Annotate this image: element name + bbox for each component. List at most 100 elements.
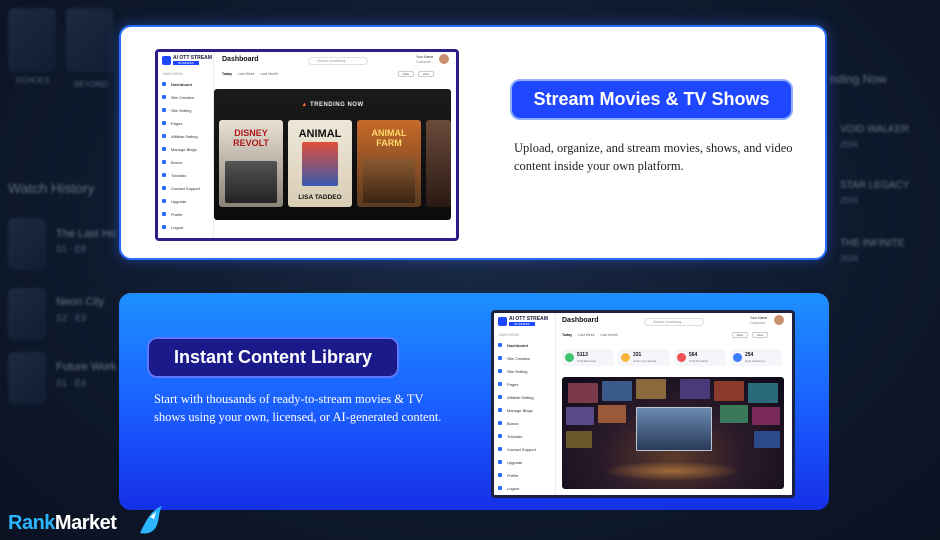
dashboard-icon [162, 82, 166, 86]
filter-button[interactable]: Filter [732, 332, 748, 338]
page-icon [498, 382, 502, 386]
bg-label: BEYOND [74, 80, 108, 89]
sidebar: AI OTT STREAM BUSINESS MAIN MENU Dashboa… [158, 52, 214, 238]
trending-title: ▲ TRENDING NOW [214, 102, 451, 108]
page-title: Dashboard [222, 56, 259, 63]
poster-animal-farm[interactable]: ANIMAL FARM [357, 120, 421, 207]
sidebar-item-site-creation[interactable]: Site Creation [162, 93, 194, 101]
user-info: Your Name Customer [416, 55, 433, 65]
stat-card-revenue: 5113 Total Revenue [562, 349, 614, 366]
sidebar-item-label: Profile [507, 472, 519, 478]
sidebar-item-label: Logout [171, 224, 184, 230]
bg-label: 2024 [840, 140, 858, 149]
sidebar-item-label: Site Creation [507, 355, 531, 361]
trending-label: TRENDING NOW [309, 102, 364, 108]
bg-label: Future Work [56, 361, 117, 373]
media-tile [752, 407, 780, 425]
tab-today[interactable]: Today [222, 72, 232, 76]
stat-card-orders: 331 Order Completed [618, 349, 670, 366]
video-icon [498, 434, 502, 438]
sidebar-item-affiliate[interactable]: Affiliate Setting [498, 393, 534, 401]
sidebar-item-label: Bonus [171, 159, 183, 165]
sidebar-item-profile[interactable]: Profile [162, 210, 182, 218]
brand-logo: RankMarket [8, 512, 117, 535]
filter-button[interactable]: Filter [398, 71, 414, 77]
sidebar-item-upgrade[interactable]: Upgrade [162, 197, 186, 205]
sidebar-item-support[interactable]: Contact Support [162, 184, 200, 192]
tab-last-month[interactable]: Last Month [601, 333, 618, 337]
sidebar-item-support[interactable]: Contact Support [498, 445, 536, 453]
dashboard-screenshot: AI OTT STREAM BUSINESS MAIN MENU Dashboa… [155, 49, 459, 241]
video-icon [162, 173, 166, 177]
main-menu-label: MAIN MENU [499, 333, 520, 337]
sidebar-item-blogs[interactable]: Manage Blogs [162, 145, 197, 153]
sidebar-item-site-setting[interactable]: Site Setting [162, 106, 191, 114]
poster-partial[interactable] [426, 120, 451, 207]
upgrade-icon [162, 199, 166, 203]
stat-card-customers: 254 New Customer [730, 349, 782, 366]
sidebar-item-label: Profile [171, 211, 183, 217]
user-role: Customer [416, 60, 432, 64]
user-role: Customer [750, 321, 766, 325]
stat-value: 331 [633, 352, 642, 358]
bg-label: The Last Ho [56, 228, 116, 240]
poster-art [302, 142, 338, 186]
sidebar-item-tutorials[interactable]: Tutorials [498, 432, 522, 440]
sidebar-item-pages[interactable]: Pages [498, 380, 518, 388]
sidebar-item-profile[interactable]: Profile [498, 471, 518, 479]
media-tile [568, 383, 598, 403]
sidebar-item-label: Bonus [507, 420, 519, 426]
tab-last-month[interactable]: Last Month [261, 72, 278, 76]
bg-label: VOID WALKER [840, 124, 910, 135]
poster-art [363, 159, 415, 203]
sidebar-item-affiliate[interactable]: Affiliate Setting [162, 132, 198, 140]
upgrade-icon [498, 460, 502, 464]
avatar[interactable] [774, 315, 784, 325]
sidebar-item-upgrade[interactable]: Upgrade [498, 458, 522, 466]
sidebar-item-label: Affiliate Setting [171, 133, 198, 139]
avatar[interactable] [439, 54, 449, 64]
bg-poster [8, 218, 46, 270]
search-input[interactable]: Search something... [644, 318, 704, 326]
sidebar-item-blogs[interactable]: Manage Blogs [498, 406, 533, 414]
sidebar-item-dashboard[interactable]: Dashboard [162, 80, 192, 88]
sidebar-item-logout[interactable]: Logout [162, 223, 183, 231]
media-tile [748, 383, 778, 403]
toolbar: Filter View [732, 332, 768, 338]
bg-poster [8, 8, 56, 72]
sidebar-item-tutorials[interactable]: Tutorials [162, 171, 186, 179]
page-title: Dashboard [562, 317, 599, 324]
tab-last-week[interactable]: Last Week [238, 72, 254, 76]
app-logo: AI OTT STREAM BUSINESS [498, 316, 548, 330]
flame-icon: ▲ [301, 102, 308, 108]
sidebar-item-logout[interactable]: Logout [498, 484, 519, 492]
sidebar-item-label: Site Creation [171, 94, 195, 100]
user-icon [498, 473, 502, 477]
sidebar-item-dashboard[interactable]: Dashboard [498, 341, 528, 349]
tab-today[interactable]: Today [562, 333, 572, 337]
poster-disney-revolt[interactable]: DISNEY REVOLT [219, 120, 283, 207]
tab-last-week[interactable]: Last Week [578, 333, 594, 337]
view-button[interactable]: View [752, 332, 768, 338]
view-button[interactable]: View [418, 71, 434, 77]
feature-card-streaming: AI OTT STREAM BUSINESS MAIN MENU Dashboa… [119, 25, 827, 260]
poster-title: ANIMAL [298, 128, 342, 140]
sidebar-item-site-setting[interactable]: Site Setting [498, 367, 527, 375]
toolbar: Filter View [398, 71, 434, 77]
sidebar-item-pages[interactable]: Pages [162, 119, 182, 127]
floor-glow [602, 461, 742, 481]
sidebar-item-label: Dashboard [507, 342, 528, 348]
sidebar-item-bonus[interactable]: Bonus [162, 158, 182, 166]
date-tabs: Today Last Week Last Month [562, 333, 624, 337]
media-tile [566, 431, 592, 448]
sidebar-item-bonus[interactable]: Bonus [498, 419, 518, 427]
date-tabs: Today Last Week Last Month [222, 72, 284, 76]
media-tile [566, 407, 594, 425]
globe-icon [162, 95, 166, 99]
sidebar-item-site-creation[interactable]: Site Creation [498, 354, 530, 362]
gear-icon [498, 369, 502, 373]
search-input[interactable]: Search something... [308, 57, 368, 65]
poster-animal[interactable]: ANIMAL LISA TADDEO [288, 120, 352, 207]
brand-part1: Rank [8, 512, 55, 534]
stat-card-products: 564 Total Products [674, 349, 726, 366]
